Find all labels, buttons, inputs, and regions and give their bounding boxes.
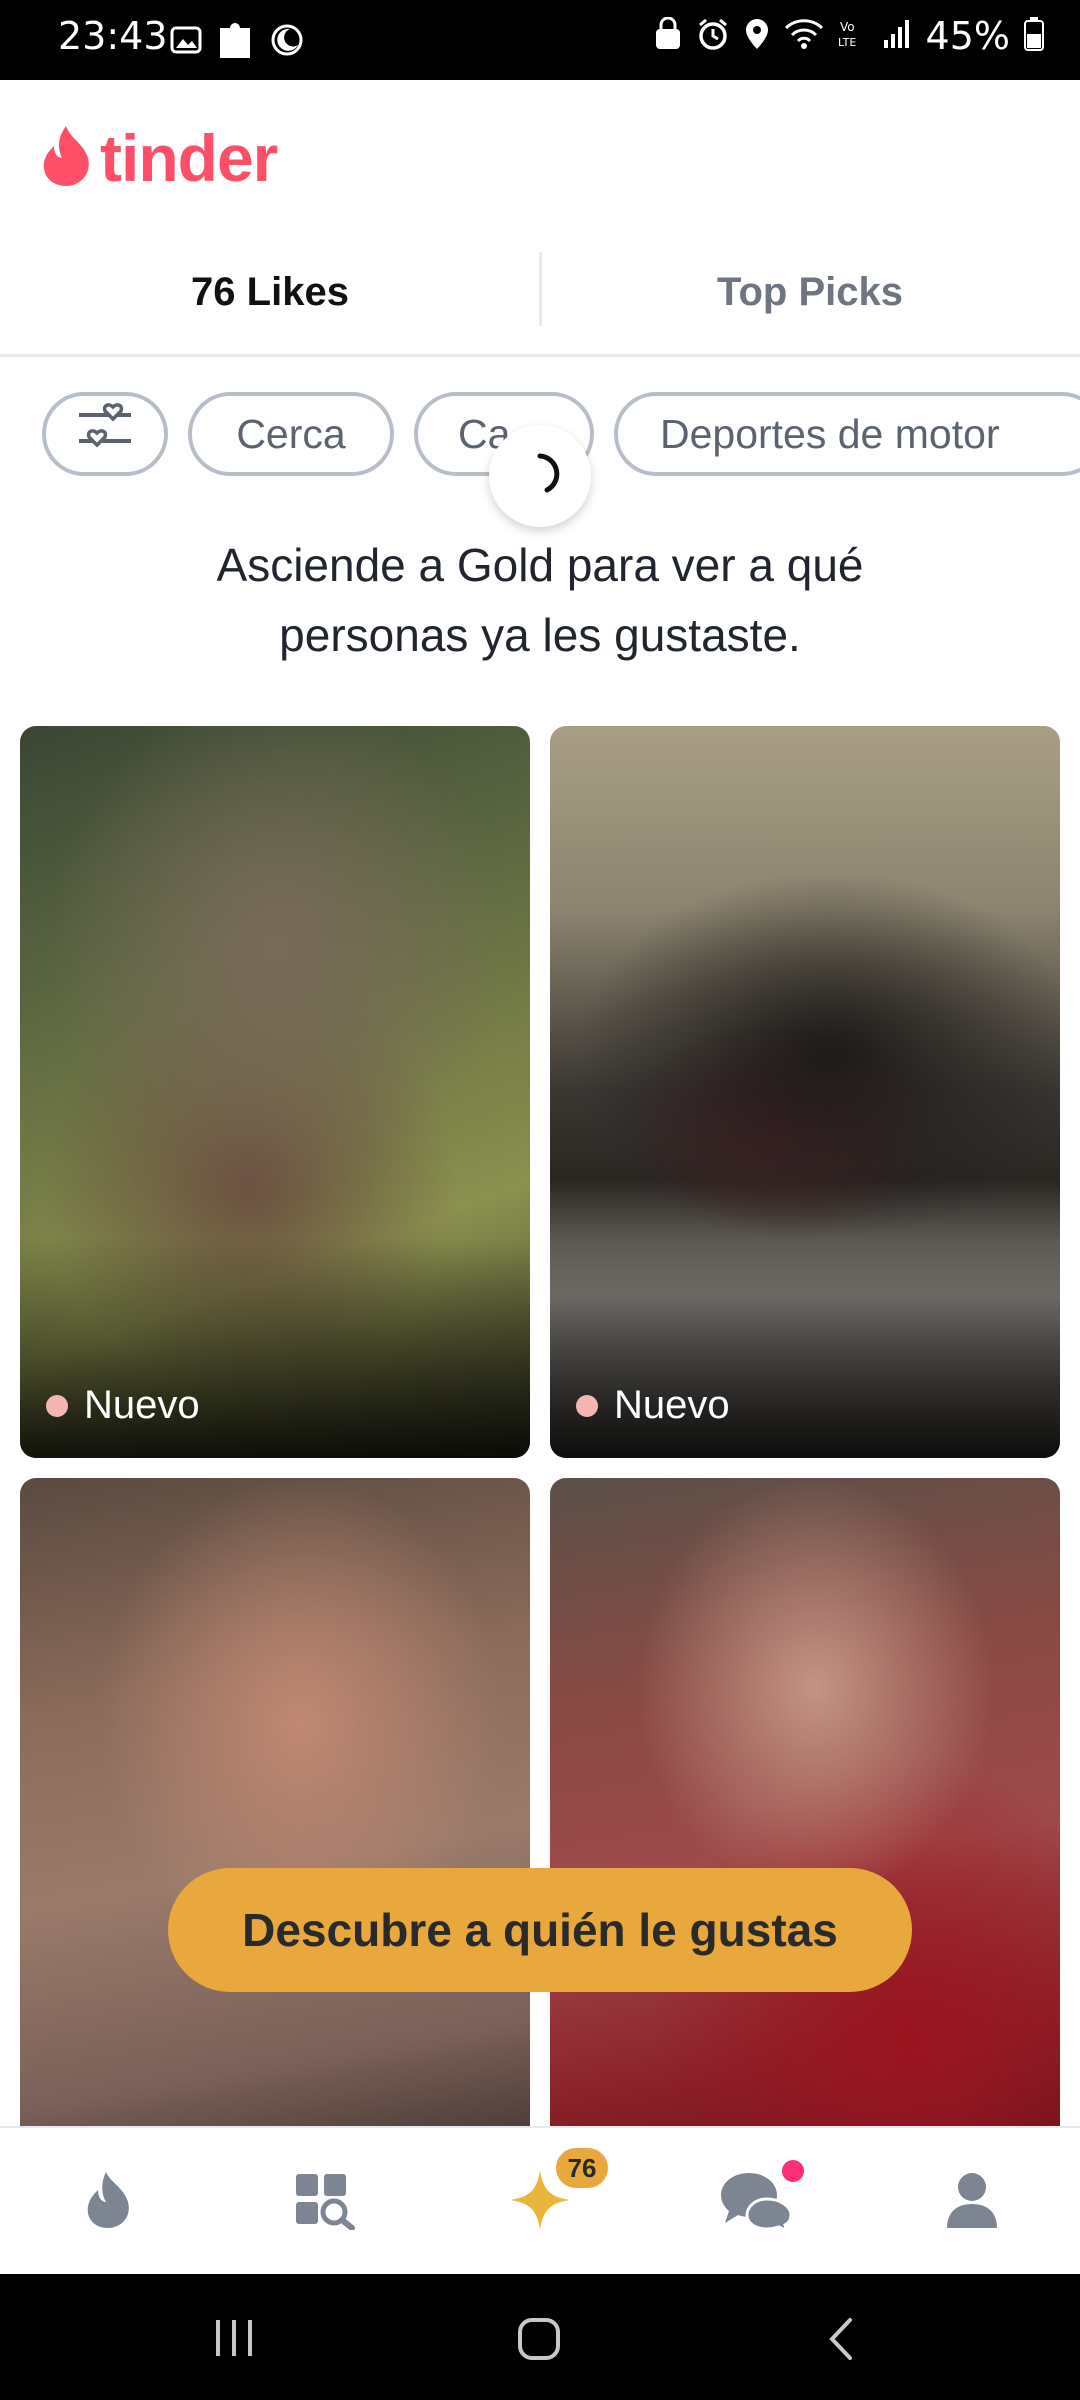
nav-messages[interactable] <box>648 2128 864 2276</box>
like-card[interactable]: Nuevo <box>550 726 1060 1458</box>
battery-percent: 45% <box>925 14 1010 58</box>
nav-profile[interactable] <box>864 2128 1080 2276</box>
new-dot-icon <box>46 1394 68 1417</box>
like-card[interactable] <box>550 1478 1060 2178</box>
unread-dot <box>782 2160 804 2182</box>
chat-icon <box>719 2169 793 2236</box>
filter-chip-deportes-de-motor[interactable]: Deportes de motor <box>614 392 1080 476</box>
new-dot-icon <box>576 1394 598 1417</box>
profile-icon <box>945 2170 999 2235</box>
like-card[interactable] <box>20 1478 530 2178</box>
svg-text:LTE: LTE <box>838 36 856 49</box>
status-time: 23:43 <box>58 14 168 58</box>
volte-icon: Vo LTE <box>838 18 868 54</box>
signal-icon <box>882 18 912 54</box>
tinder-logo: tinder <box>40 120 278 196</box>
alarm-icon <box>696 17 730 55</box>
blurred-photo <box>550 1478 1060 2178</box>
battery-icon <box>1024 17 1044 55</box>
heart-sliders-icon <box>75 401 135 467</box>
svg-text:Vo: Vo <box>840 20 855 34</box>
nav-explore[interactable] <box>216 2128 432 2276</box>
nav-swipe[interactable] <box>0 2128 216 2276</box>
tab-top-picks[interactable]: Top Picks <box>540 230 1080 354</box>
likes-count-badge: 76 <box>556 2148 608 2188</box>
back-icon[interactable] <box>826 2316 856 2367</box>
blurred-photo <box>20 1478 530 2178</box>
new-badge-label: Nuevo <box>84 1383 200 1427</box>
filter-chip-cerca[interactable]: Cerca <box>188 392 394 476</box>
system-nav-bar <box>0 2274 1080 2400</box>
filter-settings-button[interactable] <box>42 392 168 476</box>
new-badge: Nuevo <box>576 1383 730 1428</box>
home-icon[interactable] <box>516 2316 562 2367</box>
promo-line-2: personas ya les gustaste. <box>279 609 801 661</box>
tab-likes[interactable]: 76 Likes <box>0 230 540 354</box>
new-badge: Nuevo <box>46 1383 200 1428</box>
promo-line-1: Asciende a Gold para ver a qué <box>216 539 864 591</box>
lock-recycle-icon <box>654 16 682 55</box>
wifi-icon <box>784 18 824 54</box>
flame-logo-icon <box>40 124 94 193</box>
flame-icon <box>82 2170 134 2235</box>
explore-icon <box>292 2170 356 2235</box>
brand-name: tinder <box>100 121 278 195</box>
moon-icon <box>270 23 304 61</box>
spinner-icon <box>517 451 563 502</box>
bottom-nav: 76 <box>0 2126 1080 2276</box>
recents-icon[interactable] <box>212 2318 256 2363</box>
puzzle-icon <box>216 18 256 66</box>
nav-likes[interactable] <box>432 2128 648 2276</box>
loading-spinner <box>489 425 591 527</box>
app-header: tinder <box>0 80 1080 230</box>
new-badge-label: Nuevo <box>614 1383 730 1427</box>
status-bar: 23:43 Vo LTE 45% <box>0 0 1080 80</box>
gallery-icon <box>170 24 202 60</box>
likes-tabs: 76 Likes Top Picks <box>0 230 1080 357</box>
like-card[interactable]: Nuevo <box>20 726 530 1458</box>
discover-likes-button[interactable]: Descubre a quién le gustas <box>168 1868 912 1992</box>
location-icon <box>744 17 770 55</box>
gold-promo-text: Asciende a Gold para ver a qué personas … <box>90 530 990 670</box>
